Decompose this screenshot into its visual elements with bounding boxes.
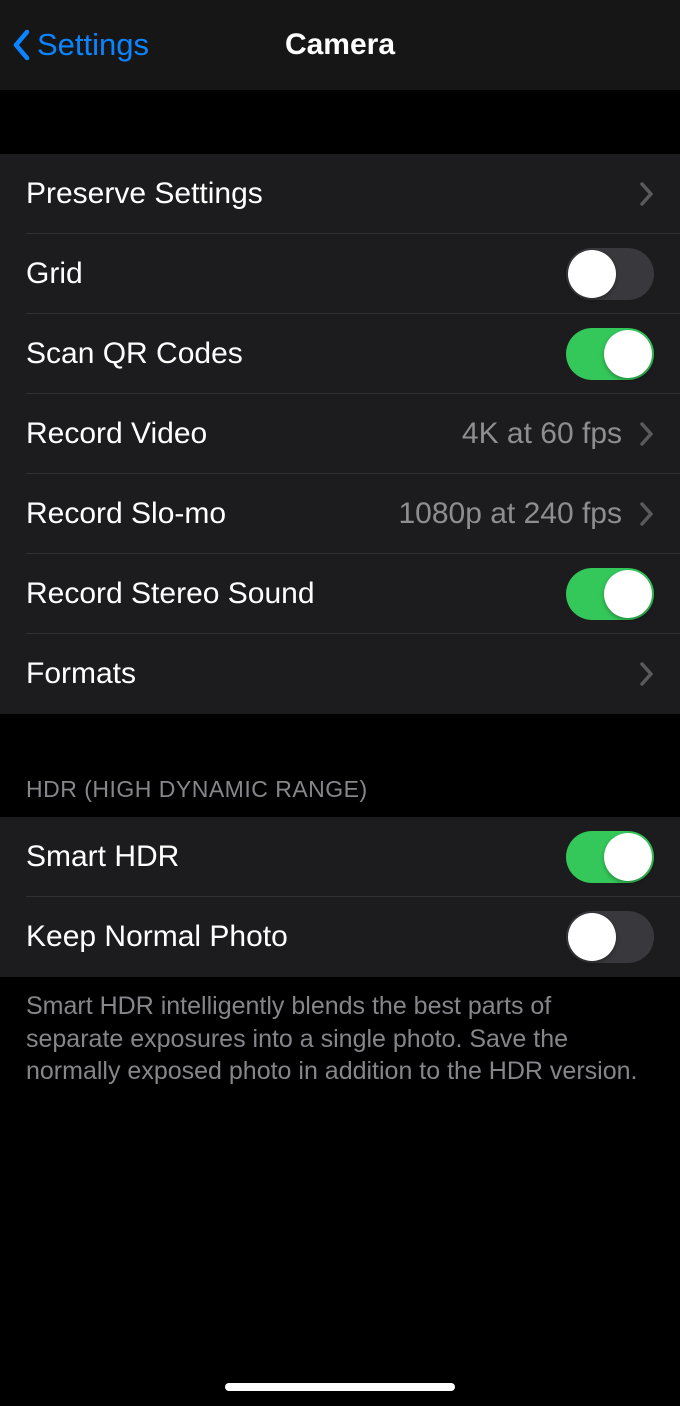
chevron-right-icon <box>640 182 654 206</box>
row-formats[interactable]: Formats <box>0 634 680 714</box>
row-preserve-settings[interactable]: Preserve Settings <box>0 154 680 234</box>
toggle-knob <box>604 833 652 881</box>
toggle-knob <box>604 330 652 378</box>
spacer <box>0 90 680 154</box>
row-label: Record Slo-mo <box>26 497 398 531</box>
toggle-scan-qr[interactable] <box>566 328 654 380</box>
section-footer-hdr: Smart HDR intelligently blends the best … <box>0 977 680 1088</box>
row-label: Record Video <box>26 417 462 451</box>
row-label: Record Stereo Sound <box>26 577 566 611</box>
row-record-video[interactable]: Record Video 4K at 60 fps <box>0 394 680 474</box>
settings-group-1: Preserve Settings Grid Scan QR Codes Re <box>0 154 680 714</box>
chevron-right-icon <box>640 422 654 446</box>
back-label: Settings <box>37 27 149 63</box>
row-keep-normal-photo: Keep Normal Photo <box>0 897 680 977</box>
row-value: 1080p at 240 fps <box>398 497 622 531</box>
toggle-grid[interactable] <box>566 248 654 300</box>
toggle-record-stereo[interactable] <box>566 568 654 620</box>
chevron-right-icon <box>640 662 654 686</box>
row-label: Grid <box>26 257 566 291</box>
toggle-knob <box>568 250 616 298</box>
toggle-knob <box>568 913 616 961</box>
settings-group-2: Smart HDR Keep Normal Photo <box>0 817 680 977</box>
row-record-stereo: Record Stereo Sound <box>0 554 680 634</box>
nav-bar: Settings Camera <box>0 0 680 90</box>
chevron-right-icon <box>640 502 654 526</box>
row-scan-qr: Scan QR Codes <box>0 314 680 394</box>
row-label: Preserve Settings <box>26 177 640 211</box>
toggle-knob <box>604 570 652 618</box>
row-label: Formats <box>26 657 640 691</box>
content: Preserve Settings Grid Scan QR Codes Re <box>0 90 680 1088</box>
spacer <box>0 714 680 776</box>
toggle-smart-hdr[interactable] <box>566 831 654 883</box>
row-label: Scan QR Codes <box>26 337 566 371</box>
back-button[interactable]: Settings <box>10 27 149 63</box>
toggle-keep-normal-photo[interactable] <box>566 911 654 963</box>
row-value: 4K at 60 fps <box>462 417 622 451</box>
row-label: Smart HDR <box>26 840 566 874</box>
home-indicator[interactable] <box>225 1383 455 1391</box>
chevron-left-icon <box>10 27 32 63</box>
row-grid: Grid <box>0 234 680 314</box>
section-header-hdr: HDR (HIGH DYNAMIC RANGE) <box>0 776 680 817</box>
row-label: Keep Normal Photo <box>26 920 566 954</box>
row-record-slomo[interactable]: Record Slo-mo 1080p at 240 fps <box>0 474 680 554</box>
page-title: Camera <box>285 28 395 62</box>
row-smart-hdr: Smart HDR <box>0 817 680 897</box>
